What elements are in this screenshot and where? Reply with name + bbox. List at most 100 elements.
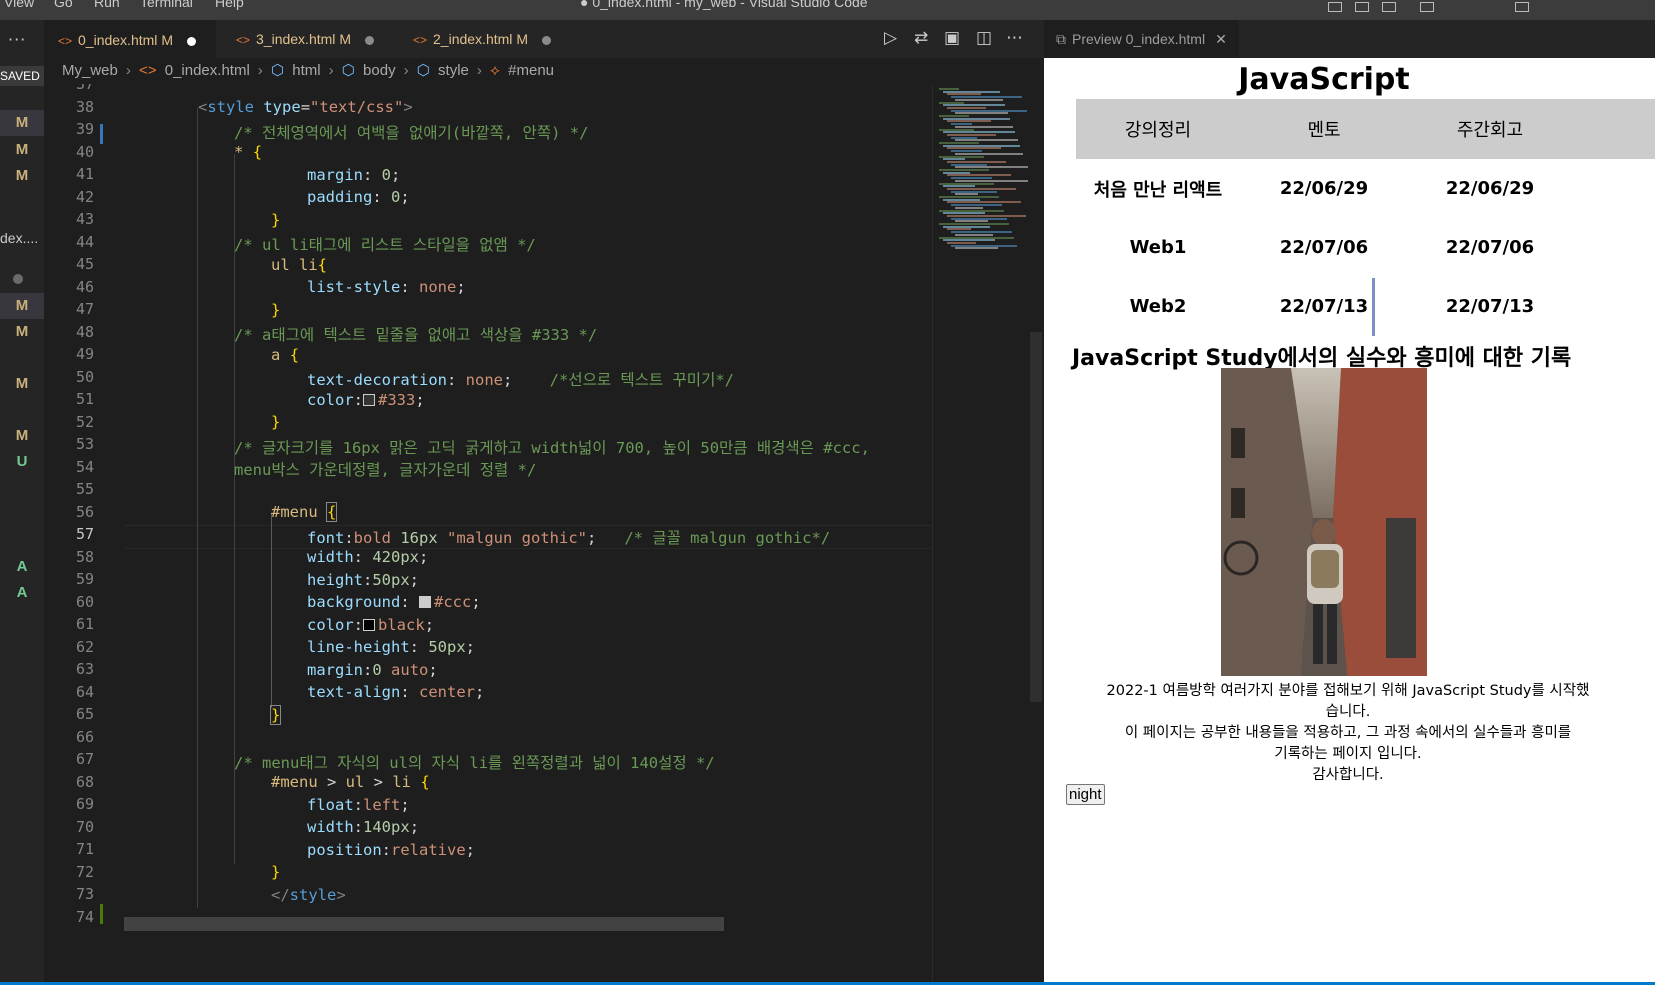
minimap-line bbox=[943, 171, 970, 174]
line-number: 49 bbox=[75, 345, 94, 363]
menu-view[interactable]: View bbox=[4, 0, 34, 10]
code-line: line-height: 50px; bbox=[307, 638, 475, 656]
horizontal-scrollbar[interactable] bbox=[124, 917, 724, 931]
line-number: 53 bbox=[75, 435, 94, 453]
minimap-line bbox=[951, 177, 992, 180]
code-comment: /* menu태그 자식의 ul의 자식 li를 왼쪽정렬과 넓이 140설정 … bbox=[234, 754, 715, 772]
minimap-line bbox=[939, 209, 1004, 212]
table-cell[interactable]: Web1 bbox=[1078, 237, 1238, 258]
file-item-index[interactable]: dex.... bbox=[0, 230, 44, 246]
element-icon: ⬡ bbox=[416, 62, 430, 79]
minimap-line bbox=[939, 88, 959, 90]
code-line: margin: 0; bbox=[307, 166, 401, 184]
breadcrumb-style[interactable]: style bbox=[438, 62, 469, 79]
run-icon[interactable]: ▷ bbox=[884, 28, 897, 48]
color-swatch[interactable] bbox=[363, 394, 376, 406]
layout-customize-icon[interactable] bbox=[1420, 2, 1434, 12]
color-swatch[interactable] bbox=[419, 596, 431, 608]
code-line: } bbox=[271, 211, 281, 229]
code-line: color: black; bbox=[307, 616, 435, 634]
color-swatch[interactable] bbox=[363, 619, 376, 631]
table-cell[interactable]: 22/07/13 bbox=[1244, 296, 1404, 317]
minimap-line bbox=[947, 147, 1001, 150]
breadcrumb-html[interactable]: html bbox=[292, 62, 320, 79]
layout-sidebar-icon[interactable] bbox=[1382, 2, 1396, 12]
night-mode-button[interactable]: night bbox=[1066, 784, 1105, 805]
menu-item[interactable]: 주간회고 bbox=[1410, 116, 1570, 142]
table-cell[interactable]: 22/06/29 bbox=[1244, 178, 1404, 199]
git-change-marker bbox=[100, 124, 103, 144]
minimap-line bbox=[939, 101, 964, 104]
tab-0-index[interactable]: <> 0_index.html M bbox=[44, 20, 216, 58]
code-line: padding: 0; bbox=[307, 188, 410, 206]
menu-item[interactable]: 강의정리 bbox=[1078, 116, 1238, 142]
vertical-scrollbar[interactable] bbox=[1028, 84, 1044, 985]
scrollbar-thumb[interactable] bbox=[1030, 332, 1042, 702]
split-editor-icon[interactable]: ◫ bbox=[976, 28, 992, 48]
line-number-gutter: 37 38 39 40 41 42 43 44 45 46 47 48 49 50 51 52 53 54 55 56… bbox=[44, 84, 124, 985]
unsaved-dot-icon[interactable] bbox=[187, 36, 197, 46]
table-cell[interactable]: Web2 bbox=[1078, 296, 1238, 317]
line-number: 43 bbox=[75, 210, 94, 228]
restore-window-icon[interactable] bbox=[1515, 2, 1529, 12]
code-line: text-align: center; bbox=[307, 683, 485, 701]
line-number: 59 bbox=[75, 570, 94, 588]
preview-icon: ⧉ bbox=[1056, 31, 1066, 47]
code-comment: /* 글자크기를 16px 맑은 고딕 굵게하고 width넓이 700, 높이… bbox=[234, 439, 870, 457]
minimap-line bbox=[939, 236, 1014, 239]
unsaved-section-label[interactable]: SAVED bbox=[0, 66, 44, 86]
close-icon[interactable]: ✕ bbox=[1215, 31, 1227, 47]
layout-toggle-icon[interactable] bbox=[1328, 2, 1342, 12]
menu-terminal[interactable]: Terminal bbox=[140, 0, 193, 10]
menu-help[interactable]: Help bbox=[215, 0, 244, 10]
code-line: width: 420px; bbox=[307, 548, 429, 566]
line-number: 46 bbox=[75, 277, 94, 296]
more-actions-icon[interactable]: ⋯ bbox=[1006, 28, 1023, 48]
minimap-line bbox=[939, 182, 994, 185]
minimap-line bbox=[955, 112, 1008, 115]
line-number: 47 bbox=[75, 300, 94, 318]
code-area[interactable]: <style type="text/css"> /* 전체영역에서 여백을 없애… bbox=[124, 84, 932, 985]
minimap-line bbox=[943, 158, 965, 161]
minimap-line bbox=[947, 133, 996, 136]
minimap-line bbox=[947, 214, 1026, 217]
html-file-icon: <> bbox=[139, 62, 157, 79]
table-cell[interactable]: 22/07/13 bbox=[1410, 296, 1570, 317]
breadcrumb-menu[interactable]: #menu bbox=[508, 62, 554, 79]
html-file-icon: <> bbox=[413, 33, 428, 47]
breadcrumb-body[interactable]: body bbox=[363, 62, 396, 79]
menu-item[interactable]: 멘토 bbox=[1244, 116, 1404, 142]
more-actions-icon[interactable]: ··· bbox=[8, 30, 26, 49]
minimap-line bbox=[951, 96, 1022, 99]
table-cell[interactable]: 처음 만난 리액트 bbox=[1078, 176, 1238, 202]
tab-status: M bbox=[161, 32, 174, 48]
breadcrumb-file[interactable]: 0_index.html bbox=[165, 62, 250, 79]
tab-3-index[interactable]: <> 3_index.html M bbox=[222, 20, 392, 58]
tab-status: M bbox=[339, 31, 352, 47]
paragraph-line: 2022-1 여름방학 여러가지 분야를 접해보기 위해 JavaScript … bbox=[1106, 683, 1590, 699]
unsaved-dot-icon[interactable] bbox=[542, 35, 552, 45]
minimap[interactable] bbox=[932, 84, 1033, 985]
menu-bar: View Go Run Terminal Help ● 0_index.html… bbox=[0, 0, 1655, 20]
table-cell[interactable]: 22/07/06 bbox=[1410, 237, 1570, 258]
line-number: 41 bbox=[75, 165, 94, 183]
open-preview-icon[interactable]: ▣ bbox=[944, 28, 960, 48]
compare-changes-icon[interactable]: ⇄ bbox=[914, 28, 928, 48]
tab-preview[interactable]: ⧉ Preview 0_index.html ✕ bbox=[1044, 20, 1239, 58]
minimap-line bbox=[951, 163, 987, 166]
menu-go[interactable]: Go bbox=[54, 0, 73, 10]
line-number: 56 bbox=[75, 502, 94, 521]
table-cell[interactable]: 22/07/06 bbox=[1244, 237, 1404, 258]
layout-panel-icon[interactable] bbox=[1355, 2, 1369, 12]
code-line: #menu { bbox=[271, 502, 338, 522]
tab-2-index[interactable]: <> 2_index.html M bbox=[399, 20, 574, 58]
table-cell[interactable]: 22/06/29 bbox=[1410, 178, 1570, 199]
code-editor[interactable]: 37 38 39 40 41 42 43 44 45 46 47 48 49 50 51 52 53 54 55 56… bbox=[44, 84, 932, 985]
menu-run[interactable]: Run bbox=[94, 0, 120, 10]
minimap-line bbox=[939, 196, 999, 198]
code-line: </style> bbox=[271, 886, 346, 904]
code-comment: menu박스 가운데정렬, 글자가운데 정렬 */ bbox=[234, 461, 537, 479]
minimap-line bbox=[955, 206, 983, 209]
unsaved-dot-icon[interactable] bbox=[365, 35, 375, 45]
breadcrumb-folder[interactable]: My_web bbox=[62, 62, 118, 79]
